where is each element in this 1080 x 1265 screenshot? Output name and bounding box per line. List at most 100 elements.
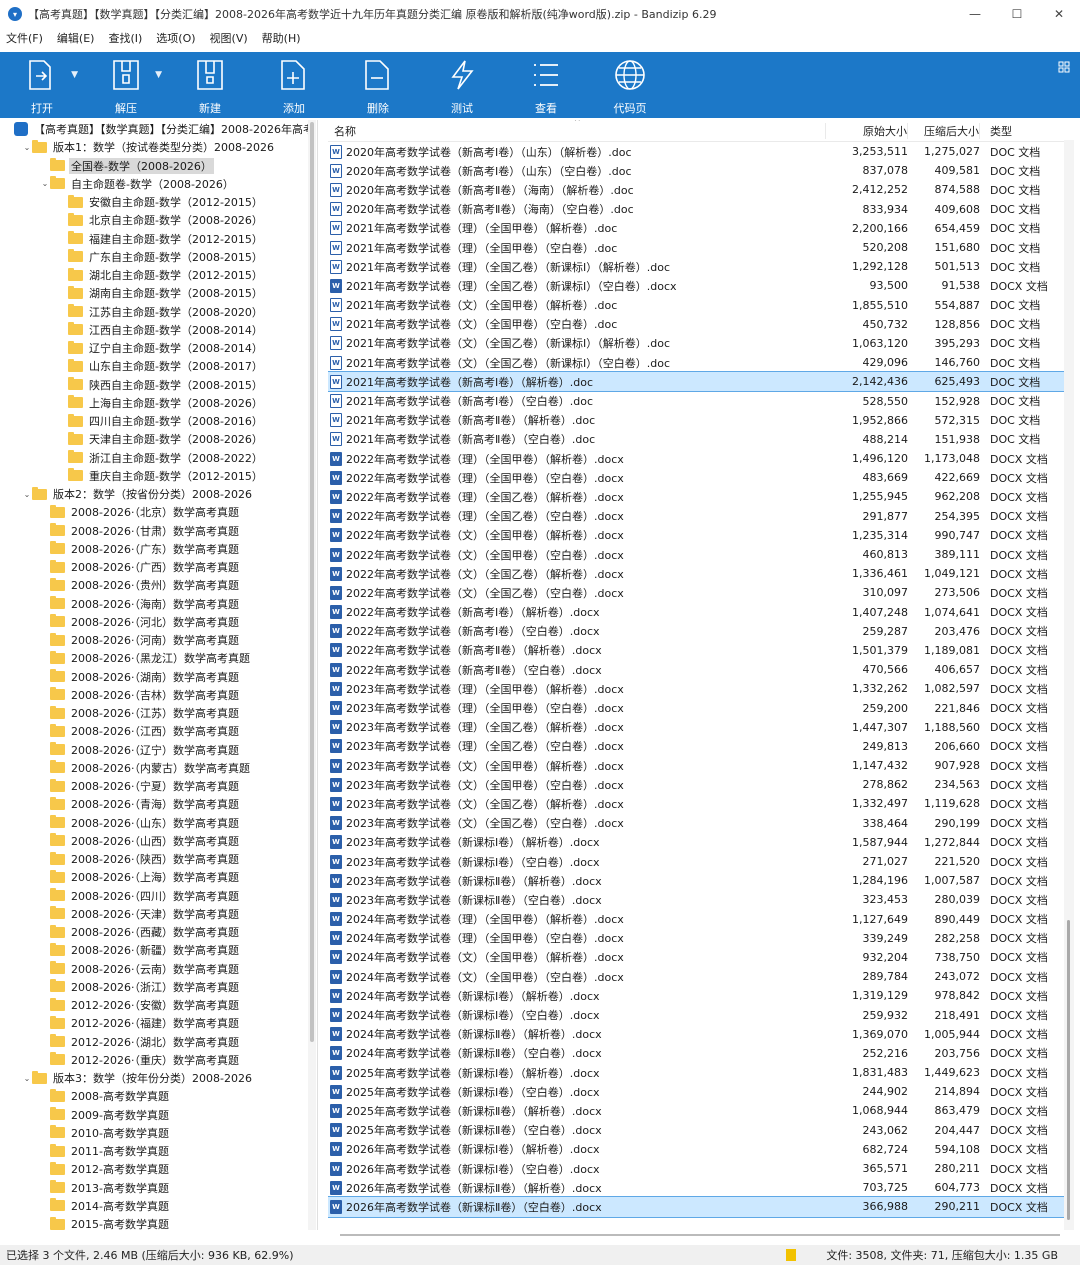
- tree-item[interactable]: 2012-2026·（福建）数学高考真题: [0, 1014, 317, 1032]
- file-row[interactable]: W 2023年高考数学试卷（理）（全国乙卷）（空白卷）.docx 249,813 20…: [328, 737, 1070, 756]
- tree-item[interactable]: 陕西自主命题-数学（2008-2015）: [0, 376, 317, 394]
- file-row[interactable]: W 2022年高考数学试卷（理）（全国乙卷）（空白卷）.docx 291,877 25…: [328, 507, 1070, 526]
- file-list-scrollbar[interactable]: [1064, 140, 1074, 1230]
- file-row[interactable]: W 2023年高考数学试卷（文）（全国乙卷）（解析卷）.docx 1,332,497…: [328, 794, 1070, 813]
- file-row[interactable]: W 2022年高考数学试卷（文）（全国甲卷）（空白卷）.docx 460,813 38…: [328, 545, 1070, 564]
- tree-item[interactable]: 2008-2026·（青海）数学高考真题: [0, 795, 317, 813]
- tree-item[interactable]: 湖北自主命题-数学（2012-2015）: [0, 266, 317, 284]
- tree-item[interactable]: 2008-2026·（广西）数学高考真题: [0, 558, 317, 576]
- file-row[interactable]: W 2025年高考数学试卷（新课标Ⅱ卷）（空白卷）.docx 243,062 204,…: [328, 1121, 1070, 1140]
- file-row[interactable]: W 2023年高考数学试卷（文）（全国甲卷）（空白卷）.docx 278,862 23…: [328, 775, 1070, 794]
- tree-item[interactable]: 山东自主命题-数学（2008-2017）: [0, 357, 317, 375]
- tree-item[interactable]: 2008-2026·（黑龙江）数学高考真题: [0, 649, 317, 667]
- tree-item[interactable]: 2008-2026·（广东）数学高考真题: [0, 540, 317, 558]
- file-row[interactable]: W 2021年高考数学试卷（新高考Ⅰ卷）（解析卷）.doc 2,142,436 625…: [328, 371, 1070, 393]
- menu-file[interactable]: 文件(F): [6, 30, 43, 46]
- delete-button[interactable]: 删除: [336, 52, 420, 118]
- file-row[interactable]: W 2024年高考数学试卷（文）（全国甲卷）（空白卷）.docx 289,784 24…: [328, 967, 1070, 986]
- tree-item[interactable]: 2008-2026·（河南）数学高考真题: [0, 631, 317, 649]
- tree-item[interactable]: 2008-2026·（陕西）数学高考真题: [0, 850, 317, 868]
- file-row[interactable]: W 2023年高考数学试卷（文）（全国甲卷）（解析卷）.docx 1,147,432…: [328, 756, 1070, 775]
- file-row[interactable]: W 2021年高考数学试卷（理）（全国乙卷）（新课标Ⅰ）（解析卷）.doc 1,29…: [328, 257, 1070, 276]
- tree-item[interactable]: 2012-高考数学真题: [0, 1160, 317, 1178]
- file-row[interactable]: W 2024年高考数学试卷（理）（全国甲卷）（解析卷）.docx 1,127,649…: [328, 910, 1070, 929]
- tree-item[interactable]: 2008-2026·（江西）数学高考真题: [0, 722, 317, 740]
- tree-item[interactable]: ⌄ 版本1：数学（按试卷类型分类）2008-2026: [0, 138, 317, 156]
- tree-item[interactable]: 2008-2026·（云南）数学高考真题: [0, 960, 317, 978]
- tree-item[interactable]: 2012-2026·（湖北）数学高考真题: [0, 1033, 317, 1051]
- file-row[interactable]: W 2022年高考数学试卷（新高考Ⅰ卷）（解析卷）.docx 1,407,248 1,…: [328, 603, 1070, 622]
- file-row[interactable]: W 2021年高考数学试卷（理）（全国甲卷）（空白卷）.doc 520,208 151…: [328, 238, 1070, 257]
- file-row[interactable]: W 2025年高考数学试卷（新课标Ⅰ卷）（解析卷）.docx 1,831,483 1,…: [328, 1063, 1070, 1082]
- file-row[interactable]: W 2020年高考数学试卷（新高考Ⅰ卷）（山东）（空白卷）.doc 837,078 4…: [328, 161, 1070, 180]
- tree-item[interactable]: 四川自主命题-数学（2008-2016）: [0, 412, 317, 430]
- expand-chevron-icon[interactable]: ⌄: [22, 490, 32, 499]
- file-row[interactable]: W 2023年高考数学试卷（文）（全国乙卷）（空白卷）.docx 338,464 29…: [328, 814, 1070, 833]
- file-row[interactable]: W 2022年高考数学试卷（理）（全国乙卷）（解析卷）.docx 1,255,945…: [328, 487, 1070, 506]
- file-row[interactable]: W 2023年高考数学试卷（新课标Ⅰ卷）（解析卷）.docx 1,587,944 1,…: [328, 833, 1070, 852]
- file-row[interactable]: W 2023年高考数学试卷（理）（全国甲卷）（空白卷）.docx 259,200 22…: [328, 698, 1070, 717]
- expand-chevron-icon[interactable]: ⌄: [40, 179, 50, 188]
- file-row[interactable]: W 2020年高考数学试卷（新高考Ⅱ卷）（海南）（解析卷）.doc 2,412,25…: [328, 180, 1070, 199]
- codepage-button[interactable]: 代码页: [588, 52, 672, 118]
- tree-item[interactable]: 湖南自主命题-数学（2008-2015）: [0, 284, 317, 302]
- tree-item[interactable]: 2008-2026·（天津）数学高考真题: [0, 905, 317, 923]
- file-row[interactable]: W 2022年高考数学试卷（文）（全国乙卷）（解析卷）.docx 1,336,461…: [328, 564, 1070, 583]
- view-button[interactable]: 查看: [504, 52, 588, 118]
- file-row[interactable]: W 2020年高考数学试卷（新高考Ⅱ卷）（海南）（空白卷）.doc 833,934 4…: [328, 200, 1070, 219]
- menu-find[interactable]: 查找(I): [108, 30, 142, 46]
- file-row[interactable]: W 2022年高考数学试卷（新高考Ⅱ卷）（解析卷）.docx 1,501,379 1,…: [328, 641, 1070, 660]
- column-name-header[interactable]: ^ 名称: [328, 120, 826, 139]
- close-button[interactable]: ✕: [1038, 0, 1080, 28]
- menu-options[interactable]: 选项(O): [156, 30, 195, 46]
- tree-item[interactable]: 2014-高考数学真题: [0, 1197, 317, 1215]
- tree-item[interactable]: 2008-2026·（海南）数学高考真题: [0, 595, 317, 613]
- tree-scrollbar[interactable]: [308, 120, 316, 1230]
- tree-item[interactable]: 天津自主命题-数学（2008-2026）: [0, 430, 317, 448]
- tree-item[interactable]: 2008-2026·（北京）数学高考真题: [0, 503, 317, 521]
- layout-toggle-icon[interactable]: [1058, 58, 1070, 73]
- file-row[interactable]: W 2021年高考数学试卷（新高考Ⅱ卷）（空白卷）.doc 488,214 151,9…: [328, 430, 1070, 449]
- tree-item[interactable]: 浙江自主命题-数学（2008-2022）: [0, 449, 317, 467]
- column-original-size-header[interactable]: 原始大小: [826, 122, 908, 139]
- open-button[interactable]: 打开 ▼: [0, 52, 84, 118]
- file-row[interactable]: W 2021年高考数学试卷（文）（全国甲卷）（解析卷）.doc 1,855,510 5…: [328, 296, 1070, 315]
- expand-chevron-icon[interactable]: ⌄: [22, 143, 32, 152]
- tree-item[interactable]: 江西自主命题-数学（2008-2014）: [0, 321, 317, 339]
- tree-item[interactable]: ⌄ 自主命题卷-数学（2008-2026）: [0, 175, 317, 193]
- file-row[interactable]: W 2024年高考数学试卷（新课标Ⅱ卷）（解析卷）.docx 1,369,070 1,…: [328, 1025, 1070, 1044]
- tree-item[interactable]: 江苏自主命题-数学（2008-2020）: [0, 303, 317, 321]
- file-row[interactable]: W 2021年高考数学试卷（文）（全国乙卷）（新课标Ⅰ）（空白卷）.doc 429,…: [328, 353, 1070, 372]
- extract-dropdown-icon[interactable]: ▼: [155, 70, 162, 80]
- tree-item[interactable]: 【高考真题】【数学真题】【分类汇编】2008-2026年高考: [0, 120, 317, 138]
- tree-item[interactable]: 2008-2026·（河北）数学高考真题: [0, 613, 317, 631]
- tree-item[interactable]: 2015-高考数学真题: [0, 1215, 317, 1230]
- tree-item[interactable]: 2008-2026·（四川）数学高考真题: [0, 887, 317, 905]
- tree-item[interactable]: 2008-2026·（西藏）数学高考真题: [0, 923, 317, 941]
- file-row[interactable]: W 2023年高考数学试卷（理）（全国乙卷）（解析卷）.docx 1,447,307…: [328, 718, 1070, 737]
- file-row[interactable]: W 2026年高考数学试卷（新课标Ⅰ卷）（空白卷）.docx 365,571 280,…: [328, 1159, 1070, 1178]
- file-row[interactable]: W 2022年高考数学试卷（理）（全国甲卷）（空白卷）.docx 483,669 42…: [328, 468, 1070, 487]
- file-row[interactable]: W 2020年高考数学试卷（新高考Ⅰ卷）（山东）（解析卷）.doc 3,253,51…: [328, 142, 1070, 161]
- new-archive-button[interactable]: 新建: [168, 52, 252, 118]
- file-row[interactable]: W 2022年高考数学试卷（文）（全国甲卷）（解析卷）.docx 1,235,314…: [328, 526, 1070, 545]
- file-row[interactable]: W 2024年高考数学试卷（文）（全国甲卷）（解析卷）.docx 932,204 73…: [328, 948, 1070, 967]
- file-row[interactable]: W 2022年高考数学试卷（理）（全国甲卷）（解析卷）.docx 1,496,120…: [328, 449, 1070, 468]
- tree-item[interactable]: 2010-高考数学真题: [0, 1124, 317, 1142]
- file-row[interactable]: W 2023年高考数学试卷（理）（全国甲卷）（解析卷）.docx 1,332,262…: [328, 679, 1070, 698]
- tree-item[interactable]: 2013-高考数学真题: [0, 1179, 317, 1197]
- file-row[interactable]: W 2024年高考数学试卷（新课标Ⅰ卷）（空白卷）.docx 259,932 218,…: [328, 1005, 1070, 1024]
- file-row[interactable]: W 2022年高考数学试卷（新高考Ⅰ卷）（空白卷）.docx 259,287 203,…: [328, 622, 1070, 641]
- tree-item[interactable]: 2008-2026·（浙江）数学高考真题: [0, 978, 317, 996]
- test-button[interactable]: 测试: [420, 52, 504, 118]
- minimize-button[interactable]: —: [954, 0, 996, 28]
- tree-item[interactable]: 2008-2026·（江苏）数学高考真题: [0, 704, 317, 722]
- tree-item[interactable]: 安徽自主命题-数学（2012-2015）: [0, 193, 317, 211]
- tree-item[interactable]: 2012-2026·（重庆）数学高考真题: [0, 1051, 317, 1069]
- archive-info-icon[interactable]: [786, 1249, 797, 1261]
- file-row[interactable]: W 2021年高考数学试卷（文）（全国甲卷）（空白卷）.doc 450,732 128…: [328, 315, 1070, 334]
- tree-item[interactable]: 广东自主命题-数学（2008-2015）: [0, 248, 317, 266]
- menu-view[interactable]: 视图(V): [210, 30, 248, 46]
- file-row[interactable]: W 2024年高考数学试卷（新课标Ⅱ卷）（空白卷）.docx 252,216 203,…: [328, 1044, 1070, 1063]
- tree-item[interactable]: 2008-2026·（山东）数学高考真题: [0, 814, 317, 832]
